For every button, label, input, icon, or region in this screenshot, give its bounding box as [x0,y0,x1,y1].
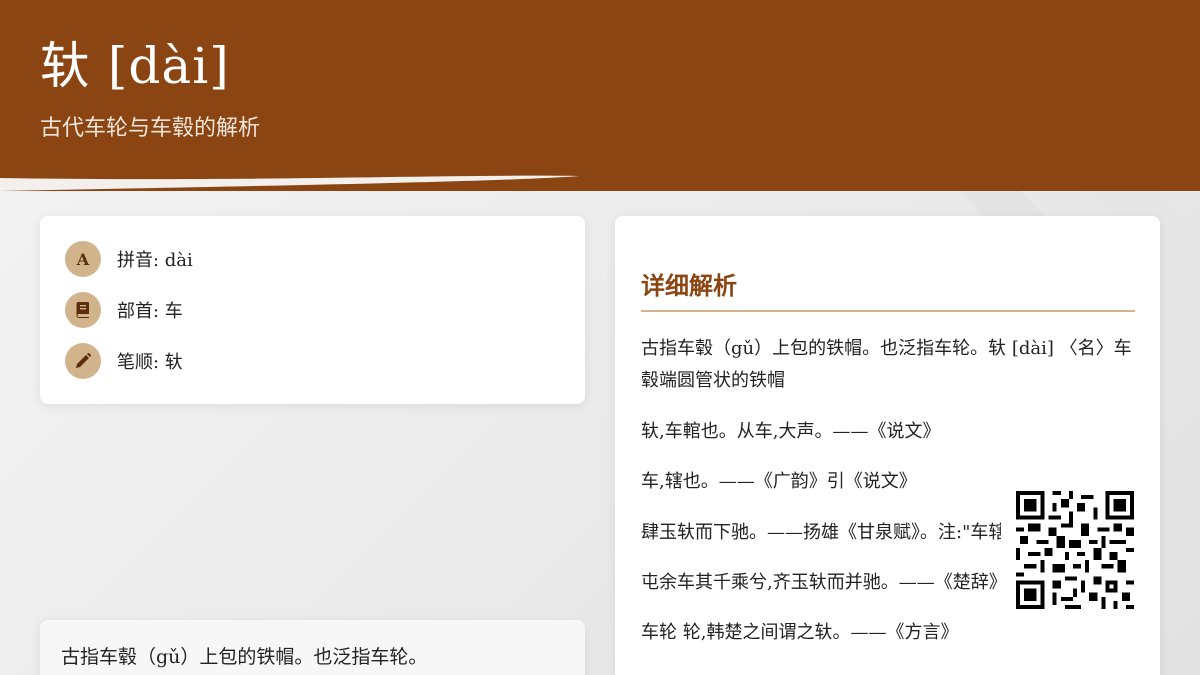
stroke-label: 笔顺: 轪 [117,352,183,373]
summary-card: 古指车毂（gǔ）上包的铁帽。也泛指车轮。 [40,620,585,675]
detail-divider [641,310,1135,312]
radical-row: 部首: 车 [65,292,183,328]
detail-card: 详细解析 古指车毂（gǔ）上包的铁帽。也泛指车轮。轪 [dài] 〈名〉车毂端圆… [615,216,1160,675]
pinyin-label: 拼音: dài [117,250,193,271]
summary-text: 古指车毂（gǔ）上包的铁帽。也泛指车轮。 [61,646,428,668]
radical-label: 部首: 车 [117,301,183,322]
pencil-icon [65,343,101,379]
qr-code-icon[interactable] [1016,491,1134,609]
detail-paragraph: 车轮 轮,韩楚之间谓之轪。——《方言》 [641,622,959,643]
stroke-row: 笔顺: 轪 [65,343,183,379]
font-icon-glyph: A [76,249,90,269]
header-banner: 轪 [dài] 古代车轮与车毂的解析 [0,0,1200,192]
header-swoosh [0,175,1200,192]
detail-paragraph: 轪,车輨也。从车,大声。——《说文》 [641,421,941,442]
font-icon: A [65,241,101,277]
detail-paragraph: 古指车毂（gǔ）上包的铁帽。也泛指车轮。轪 [dài] 〈名〉车毂端圆管状的铁帽 [641,338,1132,391]
pinyin-row: A 拼音: dài [65,241,193,277]
detail-paragraph: 肆玉轪而下驰。——扬雄《甘泉赋》。注:"车辖 [641,522,1001,543]
book-icon [65,292,101,328]
page-subtitle: 古代车轮与车毂的解析 [40,116,261,141]
detail-paragraph: 屯余车其千乘兮,齐玉轪而并驰。——《楚辞》 [641,572,1001,593]
page-title: 轪 [dài] [40,37,230,95]
info-card: A 拼音: dài 部首: 车 笔顺: 轪 [40,216,585,404]
detail-title: 详细解析 [641,271,737,300]
